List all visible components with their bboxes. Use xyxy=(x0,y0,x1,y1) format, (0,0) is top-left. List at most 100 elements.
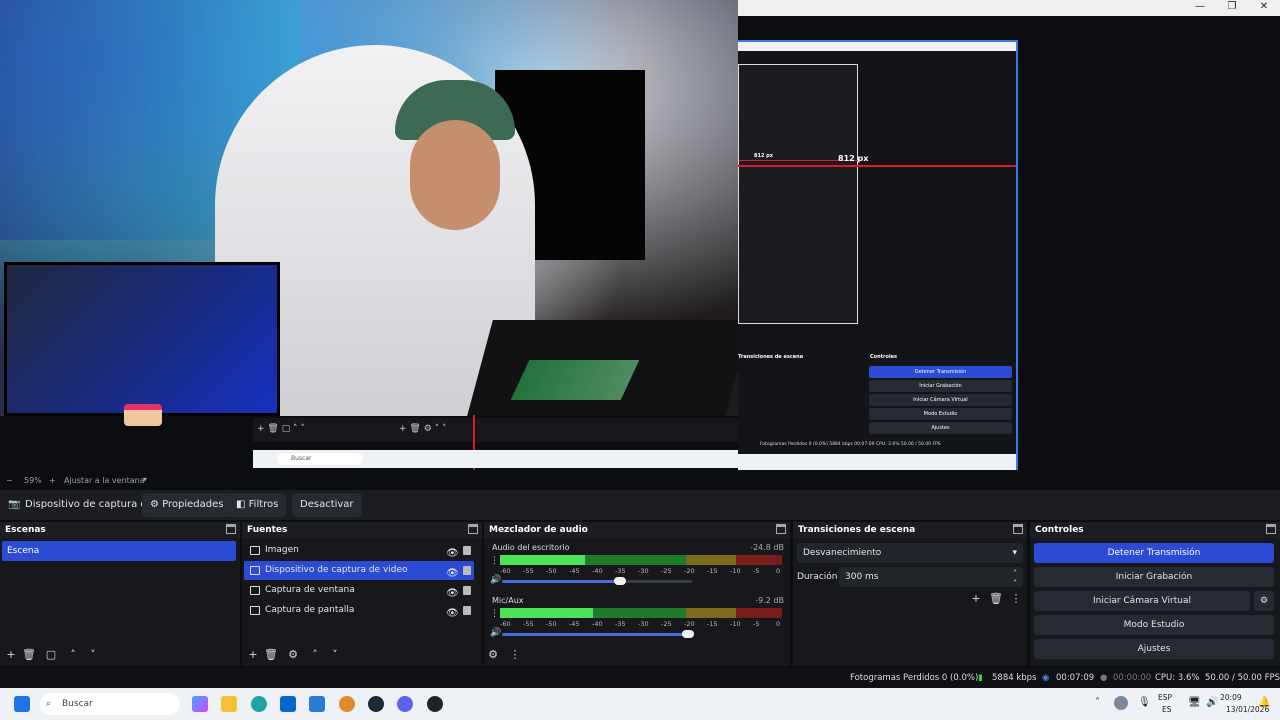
volume-slider[interactable] xyxy=(502,630,694,638)
eye-icon[interactable]: 👁 xyxy=(446,604,459,623)
scale-tick: -5 xyxy=(753,567,760,575)
edge-icon[interactable] xyxy=(251,696,267,712)
kebab-icon[interactable]: ⋮ xyxy=(508,648,522,662)
gear-icon: ⚙ xyxy=(150,499,159,510)
mixer-title: Mezclador de audio xyxy=(484,522,790,538)
chevron-up-icon[interactable]: ˄ xyxy=(1095,697,1100,708)
zoom-value: 59% xyxy=(24,476,42,485)
move-up-icon[interactable]: ˄ xyxy=(308,648,322,662)
move-down-icon[interactable]: ˅ xyxy=(86,648,100,662)
obs-icon[interactable] xyxy=(427,696,443,712)
file-explorer-icon[interactable] xyxy=(221,696,237,712)
scale-tick: -20 xyxy=(684,567,695,575)
scale-tick: 0 xyxy=(776,620,781,628)
language-bottom[interactable]: ES xyxy=(1162,705,1172,714)
move-down-icon[interactable]: ˅ xyxy=(328,648,342,662)
move-up-icon[interactable]: ˄ xyxy=(66,648,80,662)
add-source-icon[interactable]: + xyxy=(246,648,260,662)
microphone-icon[interactable]: 🎙 xyxy=(1138,697,1151,708)
lock-icon[interactable] xyxy=(463,546,471,555)
volume-icon[interactable]: 🔊 xyxy=(1206,697,1218,708)
scale-tick: -50 xyxy=(546,620,557,628)
lock-icon[interactable] xyxy=(463,566,471,575)
language-top[interactable]: ESP xyxy=(1158,693,1172,702)
windows-start-icon[interactable] xyxy=(14,696,30,712)
preview-canvas[interactable]: + 🗑 ▢ ˄ ˅ + 🗑 ⚙ ˄ ˅ Buscar 812 px 812 px… xyxy=(0,0,1280,472)
speaker-icon[interactable]: 🔊 xyxy=(490,628,501,638)
streamer-face xyxy=(410,120,500,230)
sync-icon[interactable] xyxy=(1114,696,1128,710)
filters-button[interactable]: ◧ Filtros xyxy=(228,493,287,517)
rgb-keyboard xyxy=(510,360,640,400)
lock-icon[interactable] xyxy=(463,606,471,615)
steam-icon[interactable] xyxy=(368,696,384,712)
chevron-down-icon: ▾ xyxy=(1012,548,1017,558)
start-recording-button[interactable]: Iniciar Grabación xyxy=(1034,567,1274,587)
advanced-audio-icon[interactable]: ⚙ xyxy=(486,648,500,662)
nested-px-label: 812 px xyxy=(838,154,869,163)
duration-input[interactable]: 300 ms ˄ ˅ xyxy=(839,567,1023,588)
captured-toolbar-icons-2: + 🗑 ⚙ ˄ ˅ xyxy=(399,424,447,434)
scene-item[interactable]: Escena xyxy=(2,541,236,561)
properties-button[interactable]: ⚙ Propiedades xyxy=(142,493,232,517)
source-item[interactable]: Captura de pantalla 👁 xyxy=(244,601,474,620)
sources-title: Fuentes xyxy=(242,522,482,538)
stop-stream-button[interactable]: Detener Transmisión xyxy=(1034,543,1274,563)
source-item-selected[interactable]: Dispositivo de captura de video 👁 xyxy=(244,561,474,580)
scale-tick: -20 xyxy=(684,620,695,628)
studio-mode-button[interactable]: Modo Estudio xyxy=(1034,615,1274,635)
trash-icon[interactable]: 🗑 xyxy=(264,648,278,662)
discord-icon[interactable] xyxy=(397,696,413,712)
trash-icon[interactable]: 🗑 xyxy=(22,648,36,662)
zoom-out-button[interactable]: − xyxy=(6,476,13,485)
notification-icon[interactable]: 🔔 xyxy=(1258,697,1270,708)
dock-popout-icon[interactable] xyxy=(226,524,236,534)
transitions-dock: Transiciones de escena Desvanecimiento ▾… xyxy=(793,522,1027,666)
deactivate-button[interactable]: Desactivar xyxy=(292,493,362,517)
fit-window-label[interactable]: Ajustar a la ventana xyxy=(64,476,145,485)
clock-time[interactable]: 20:09 xyxy=(1220,693,1242,702)
dock-popout-icon[interactable] xyxy=(468,524,478,534)
network-icon[interactable]: 🖥 xyxy=(1188,697,1201,708)
kebab-icon[interactable]: ⋮ xyxy=(1009,592,1023,606)
gear-icon[interactable]: ⚙ xyxy=(286,648,300,662)
add-scene-icon[interactable]: + xyxy=(4,648,18,662)
scale-tick: -45 xyxy=(569,567,580,575)
volume-slider-knob[interactable] xyxy=(614,577,626,585)
search-icon: ⌕ xyxy=(46,699,52,709)
store-icon[interactable] xyxy=(309,696,325,712)
volume-slider[interactable] xyxy=(502,577,692,585)
close-icon[interactable]: ✕ xyxy=(1248,0,1280,16)
taskbar-search[interactable]: ⌕ Buscar xyxy=(40,693,180,715)
transition-select[interactable]: Desvanecimiento ▾ xyxy=(797,543,1023,563)
scale-tick: -60 xyxy=(500,567,511,575)
scene-filter-icon[interactable]: ▢ xyxy=(44,648,58,662)
dock-popout-icon[interactable] xyxy=(776,524,786,534)
dock-popout-icon[interactable] xyxy=(1013,524,1023,534)
chrome-icon[interactable] xyxy=(339,696,355,712)
volume-slider-knob[interactable] xyxy=(682,630,694,638)
kebab-icon[interactable]: ⋮ xyxy=(490,556,499,566)
copilot-icon[interactable] xyxy=(192,696,208,712)
scale-tick: -35 xyxy=(615,567,626,575)
minimize-icon[interactable]: — xyxy=(1184,0,1216,16)
captured-obs-toolbar: + 🗑 ▢ ˄ ˅ + 🗑 ⚙ ˄ ˅ xyxy=(253,418,738,442)
kebab-icon[interactable]: ⋮ xyxy=(490,609,499,619)
outlook-icon[interactable] xyxy=(280,696,296,712)
zoom-in-button[interactable]: + xyxy=(49,476,56,485)
dock-popout-icon[interactable] xyxy=(1266,524,1276,534)
nested-start-recording: Iniciar Grabación xyxy=(869,380,1012,392)
source-item[interactable]: Captura de ventana 👁 xyxy=(244,581,474,600)
add-transition-icon[interactable]: + xyxy=(969,592,983,606)
lock-icon[interactable] xyxy=(463,586,471,595)
trash-icon[interactable]: 🗑 xyxy=(989,592,1003,606)
virtual-camera-button[interactable]: Iniciar Cámara Virtual xyxy=(1034,591,1250,611)
windows-taskbar: ⌕ Buscar ˄ ESP ES 🎙 🖥 🔊 20:09 13/01/2026… xyxy=(0,688,1280,720)
chevron-down-icon[interactable]: ˅ xyxy=(1013,574,1017,594)
restore-icon[interactable]: ❐ xyxy=(1216,0,1248,16)
settings-button[interactable]: Ajustes xyxy=(1034,639,1274,659)
source-item[interactable]: Imagen 👁 xyxy=(244,541,474,560)
gear-icon[interactable]: ⚙ xyxy=(1254,591,1274,611)
speaker-icon[interactable]: 🔊 xyxy=(490,575,501,585)
chevron-down-icon[interactable]: ▾ xyxy=(143,475,147,484)
